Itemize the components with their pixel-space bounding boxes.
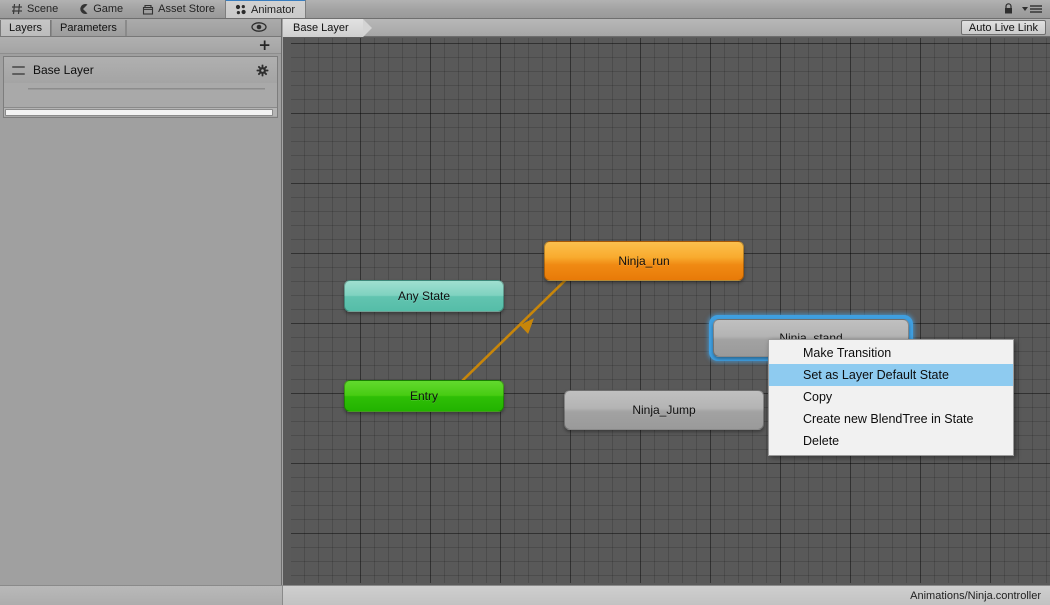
layers-parameters-tabbar: Layers Parameters xyxy=(0,19,281,37)
state-machine-canvas[interactable]: Any State Ninja_run Ninja_stand Entry Ni… xyxy=(283,38,1050,583)
add-layer-row: + xyxy=(0,37,281,54)
state-node-label: Ninja_Jump xyxy=(632,403,696,417)
tab-animator[interactable]: Animator xyxy=(225,0,307,18)
subtab-parameters-label: Parameters xyxy=(60,22,117,34)
tab-bar-controls xyxy=(1003,0,1050,18)
status-bar-left-section xyxy=(0,586,283,605)
auto-live-link-label: Auto Live Link xyxy=(968,21,1038,34)
editor-tab-bar: Scene Game Asset Store Animator xyxy=(0,0,1050,19)
animator-graph-pane: Base Layer Auto Live Link Any State Ninj… xyxy=(283,18,1050,585)
tab-scene[interactable]: Scene xyxy=(2,0,68,18)
tab-animator-label: Animator xyxy=(251,3,296,16)
context-menu-item-label: Delete xyxy=(803,434,840,448)
layer-list: Base Layer xyxy=(3,56,278,118)
lock-icon[interactable] xyxy=(1003,3,1014,15)
gamepad-icon xyxy=(77,3,89,15)
state-node-label: Entry xyxy=(409,389,438,403)
add-layer-button[interactable]: + xyxy=(258,38,271,53)
breadcrumb-base-layer[interactable]: Base Layer xyxy=(283,18,372,37)
canvas-left-margin xyxy=(283,38,291,583)
context-menu-item-label: Set as Layer Default State xyxy=(803,368,949,382)
tab-asset-store-label: Asset Store xyxy=(158,3,216,15)
subtab-parameters[interactable]: Parameters xyxy=(51,20,126,36)
breadcrumb-label: Base Layer xyxy=(293,21,349,34)
eye-icon[interactable] xyxy=(251,21,267,33)
options-menu-icon[interactable] xyxy=(1021,3,1043,15)
auto-live-link-button[interactable]: Auto Live Link xyxy=(960,20,1046,35)
context-menu-item-label: Make Transition xyxy=(803,346,892,360)
drag-handle-icon[interactable] xyxy=(12,65,25,75)
subtab-layers-label: Layers xyxy=(9,22,43,34)
layer-row-base-layer[interactable]: Base Layer xyxy=(4,57,277,83)
unity-animator-window: Scene Game Asset Store Animator Layers P… xyxy=(0,0,1050,605)
context-menu-item-copy[interactable]: Copy xyxy=(769,386,1013,408)
state-node-entry[interactable]: Entry xyxy=(344,380,504,412)
state-node-any-state[interactable]: Any State xyxy=(344,280,504,312)
store-icon xyxy=(142,3,154,15)
context-menu-item-create-new-blendtree-in-state[interactable]: Create new BlendTree in State xyxy=(769,408,1013,430)
animator-icon xyxy=(235,4,247,16)
gear-icon[interactable] xyxy=(256,64,269,77)
state-context-menu[interactable]: Make Transition Set as Layer Default Sta… xyxy=(768,339,1014,456)
breadcrumb-bar: Base Layer Auto Live Link xyxy=(283,18,1050,37)
tab-asset-store[interactable]: Asset Store xyxy=(133,0,225,18)
grid-icon xyxy=(11,3,23,15)
state-node-ninja-jump[interactable]: Ninja_Jump xyxy=(564,390,764,430)
layer-list-hscrollbar[interactable] xyxy=(4,107,277,116)
layer-weight-slider[interactable] xyxy=(28,88,265,90)
layer-list-hscrollbar-thumb[interactable] xyxy=(5,109,274,116)
context-menu-item-label: Copy xyxy=(803,390,833,404)
state-node-label: Ninja_run xyxy=(618,254,670,268)
context-menu-item-set-as-layer-default-state[interactable]: Set as Layer Default State xyxy=(769,364,1013,386)
context-menu-item-label: Create new BlendTree in State xyxy=(803,412,974,426)
asset-path-label: Animations/Ninja.controller xyxy=(910,589,1041,602)
tab-game-label: Game xyxy=(93,3,124,15)
status-bar: Animations/Ninja.controller xyxy=(0,585,1050,605)
state-node-label: Any State xyxy=(397,289,451,303)
context-menu-item-delete[interactable]: Delete xyxy=(769,430,1013,452)
context-menu-item-make-transition[interactable]: Make Transition xyxy=(769,342,1013,364)
tab-scene-label: Scene xyxy=(27,3,59,15)
state-node-ninja-run[interactable]: Ninja_run xyxy=(544,241,744,281)
layers-panel: Layers Parameters + Base Layer xyxy=(0,19,282,585)
subtab-layers[interactable]: Layers xyxy=(0,20,52,36)
layer-name: Base Layer xyxy=(33,63,94,77)
tab-game[interactable]: Game xyxy=(68,0,133,18)
